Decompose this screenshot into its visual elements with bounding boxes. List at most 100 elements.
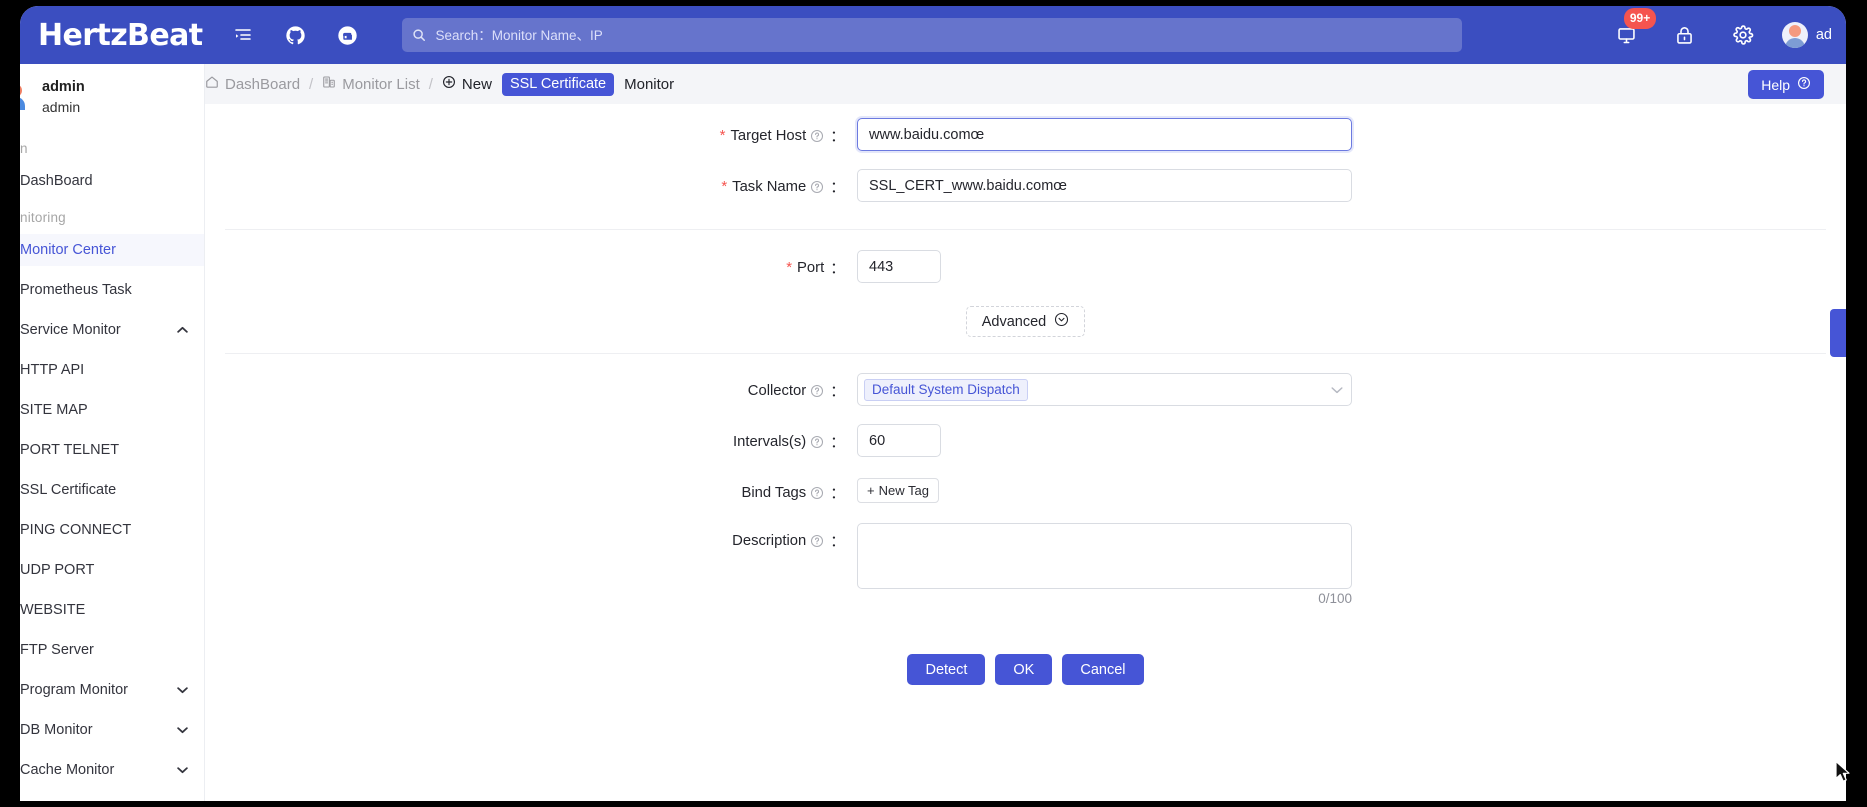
bind-tags-label-text: Bind Tags — [741, 484, 807, 501]
help-button[interactable]: Help — [1748, 70, 1824, 99]
help-circle-icon[interactable] — [810, 486, 824, 500]
sidebar-item-ftp-server[interactable]: FTP Server — [20, 634, 204, 666]
target-host-label-text: Target Host — [730, 127, 807, 144]
help-button-label: Help — [1761, 76, 1790, 93]
collector-select[interactable]: Default System Dispatch — [857, 373, 1352, 406]
home-icon — [205, 75, 219, 93]
required-marker: * — [786, 259, 793, 276]
task-name-label: * Task Name ： — [205, 169, 845, 197]
sidebar-item-dashboard[interactable]: DashBoard — [20, 165, 204, 197]
global-search-box[interactable] — [402, 18, 1463, 52]
search-input[interactable] — [433, 26, 1453, 44]
sidebar-item-service-monitor[interactable]: Service Monitor — [20, 314, 204, 346]
new-tag-button[interactable]: + New Tag — [857, 478, 939, 503]
sidebar-item-port-telnet[interactable]: PORT TELNET — [20, 434, 204, 466]
sidebar-item-label: UDP PORT — [20, 562, 95, 579]
gitee-icon[interactable] — [328, 16, 366, 54]
plus-circle-icon — [442, 75, 456, 93]
bind-tags-label: Bind Tags ： — [205, 475, 845, 503]
intervals-input[interactable] — [857, 424, 941, 457]
breadcrumb: DashBoard / Monitor List / New SSL Certi… — [205, 72, 675, 96]
chevron-down-circle-icon — [1054, 312, 1069, 331]
help-circle-icon[interactable] — [810, 435, 824, 449]
required-marker: * — [719, 127, 726, 144]
sidebar: admin admin n DashBoard nitoring Monitor… — [20, 64, 205, 801]
task-name-input[interactable] — [857, 169, 1352, 202]
chevron-down-icon[interactable] — [177, 686, 188, 694]
chevron-down-icon — [1331, 386, 1343, 394]
chevron-down-icon[interactable] — [177, 766, 188, 774]
breadcrumb-dashboard[interactable]: DashBoard — [205, 75, 300, 93]
advanced-row: Advanced — [205, 292, 1846, 353]
description-textarea[interactable] — [857, 523, 1352, 589]
content-area: DashBoard / Monitor List / New SSL Certi… — [205, 64, 1846, 801]
port-label: * Port ： — [205, 250, 845, 278]
side-drawer-handle[interactable] — [1830, 309, 1846, 357]
sidebar-item-ping-connect[interactable]: PING CONNECT — [20, 514, 204, 546]
cancel-button[interactable]: Cancel — [1062, 654, 1144, 685]
help-circle-icon[interactable] — [810, 129, 824, 143]
question-circle-icon — [1797, 76, 1811, 93]
breadcrumb-dashboard-label: DashBoard — [225, 75, 301, 93]
sidebar-item-label: FTP Server — [20, 642, 94, 659]
detect-button[interactable]: Detect — [907, 654, 986, 685]
form-row-bind-tags: Bind Tags ： + New Tag — [205, 466, 1846, 512]
sidebar-group-title-2: nitoring — [20, 210, 66, 226]
lock-icon[interactable] — [1666, 16, 1704, 54]
form-row-target-host: * Target Host ： — [205, 104, 1846, 160]
label-colon: ： — [830, 486, 845, 502]
description-char-counter: 0/100 — [1318, 591, 1352, 606]
form-row-collector: Collector ： Default System Dispatch — [205, 354, 1846, 415]
breadcrumb-separator: / — [309, 75, 314, 93]
sidebar-item-label: Prometheus Task — [20, 282, 132, 299]
settings-gear-icon[interactable] — [1724, 16, 1762, 54]
sidebar-item-db-monitor[interactable]: DB Monitor — [20, 714, 204, 746]
help-circle-icon[interactable] — [810, 534, 824, 548]
target-host-input[interactable] — [857, 118, 1352, 151]
sidebar-item-udp-port[interactable]: UDP PORT — [20, 554, 204, 586]
intervals-label-text: Intervals(s) — [733, 433, 807, 450]
breadcrumb-new-label: New — [461, 75, 492, 93]
sidebar-item-website[interactable]: WEBSITE — [20, 594, 204, 626]
description-label-text: Description — [732, 532, 807, 549]
sidebar-item-label: PING CONNECT — [20, 522, 132, 539]
label-colon: ： — [830, 180, 845, 196]
port-input[interactable] — [857, 250, 941, 283]
ok-button[interactable]: OK — [995, 654, 1053, 685]
port-label-text: Port — [797, 259, 825, 276]
advanced-toggle-button[interactable]: Advanced — [965, 306, 1086, 337]
monitor-form-card: * Target Host ： www.baidu.comœ * Task Na… — [205, 104, 1846, 801]
sidebar-item-label: Program Monitor — [20, 682, 128, 699]
user-menu[interactable]: ad — [1781, 22, 1832, 48]
sidebar-item-program-monitor[interactable]: Program Monitor — [20, 674, 204, 706]
sidebar-item-label: Service Monitor — [20, 322, 121, 339]
sidebar-item-http-api[interactable]: HTTP API — [20, 354, 204, 386]
breadcrumb-monitor-list[interactable]: Monitor List — [322, 75, 420, 93]
menu-fold-icon[interactable] — [224, 16, 262, 54]
collector-label: Collector ： — [205, 373, 845, 401]
github-icon[interactable] — [276, 16, 314, 54]
notification-bell-icon[interactable]: 99+ — [1608, 8, 1657, 54]
sidebar-item-ssl-certificate[interactable]: SSL Certificate — [20, 474, 204, 506]
sidebar-item-site-map[interactable]: SITE MAP — [20, 394, 204, 426]
label-colon: ： — [830, 129, 845, 145]
intervals-label: Intervals(s) ： — [205, 424, 845, 452]
chevron-up-icon[interactable] — [177, 326, 188, 334]
sidebar-item-label: DB Monitor — [20, 722, 93, 739]
profile-avatar-icon — [20, 83, 30, 112]
sidebar-item-label: DashBoard — [20, 173, 93, 190]
form-actions: Detect OK Cancel — [205, 598, 1846, 685]
search-icon — [412, 28, 426, 42]
help-circle-icon[interactable] — [810, 180, 824, 194]
sidebar-profile[interactable]: admin admin — [20, 64, 204, 128]
chevron-down-icon[interactable] — [177, 726, 188, 734]
required-marker: * — [721, 178, 728, 195]
breadcrumb-tail-label: Monitor — [624, 75, 675, 93]
sidebar-item-label: SITE MAP — [20, 402, 88, 419]
form-row-description: Description ： 0/100 — [205, 512, 1846, 606]
label-colon: ： — [830, 534, 845, 550]
sidebar-item-prometheus-task[interactable]: Prometheus Task — [20, 274, 204, 306]
sidebar-item-monitor-center[interactable]: Monitor Center — [20, 234, 204, 267]
sidebar-item-cache-monitor[interactable]: Cache Monitor — [20, 754, 204, 786]
help-circle-icon[interactable] — [810, 384, 824, 398]
